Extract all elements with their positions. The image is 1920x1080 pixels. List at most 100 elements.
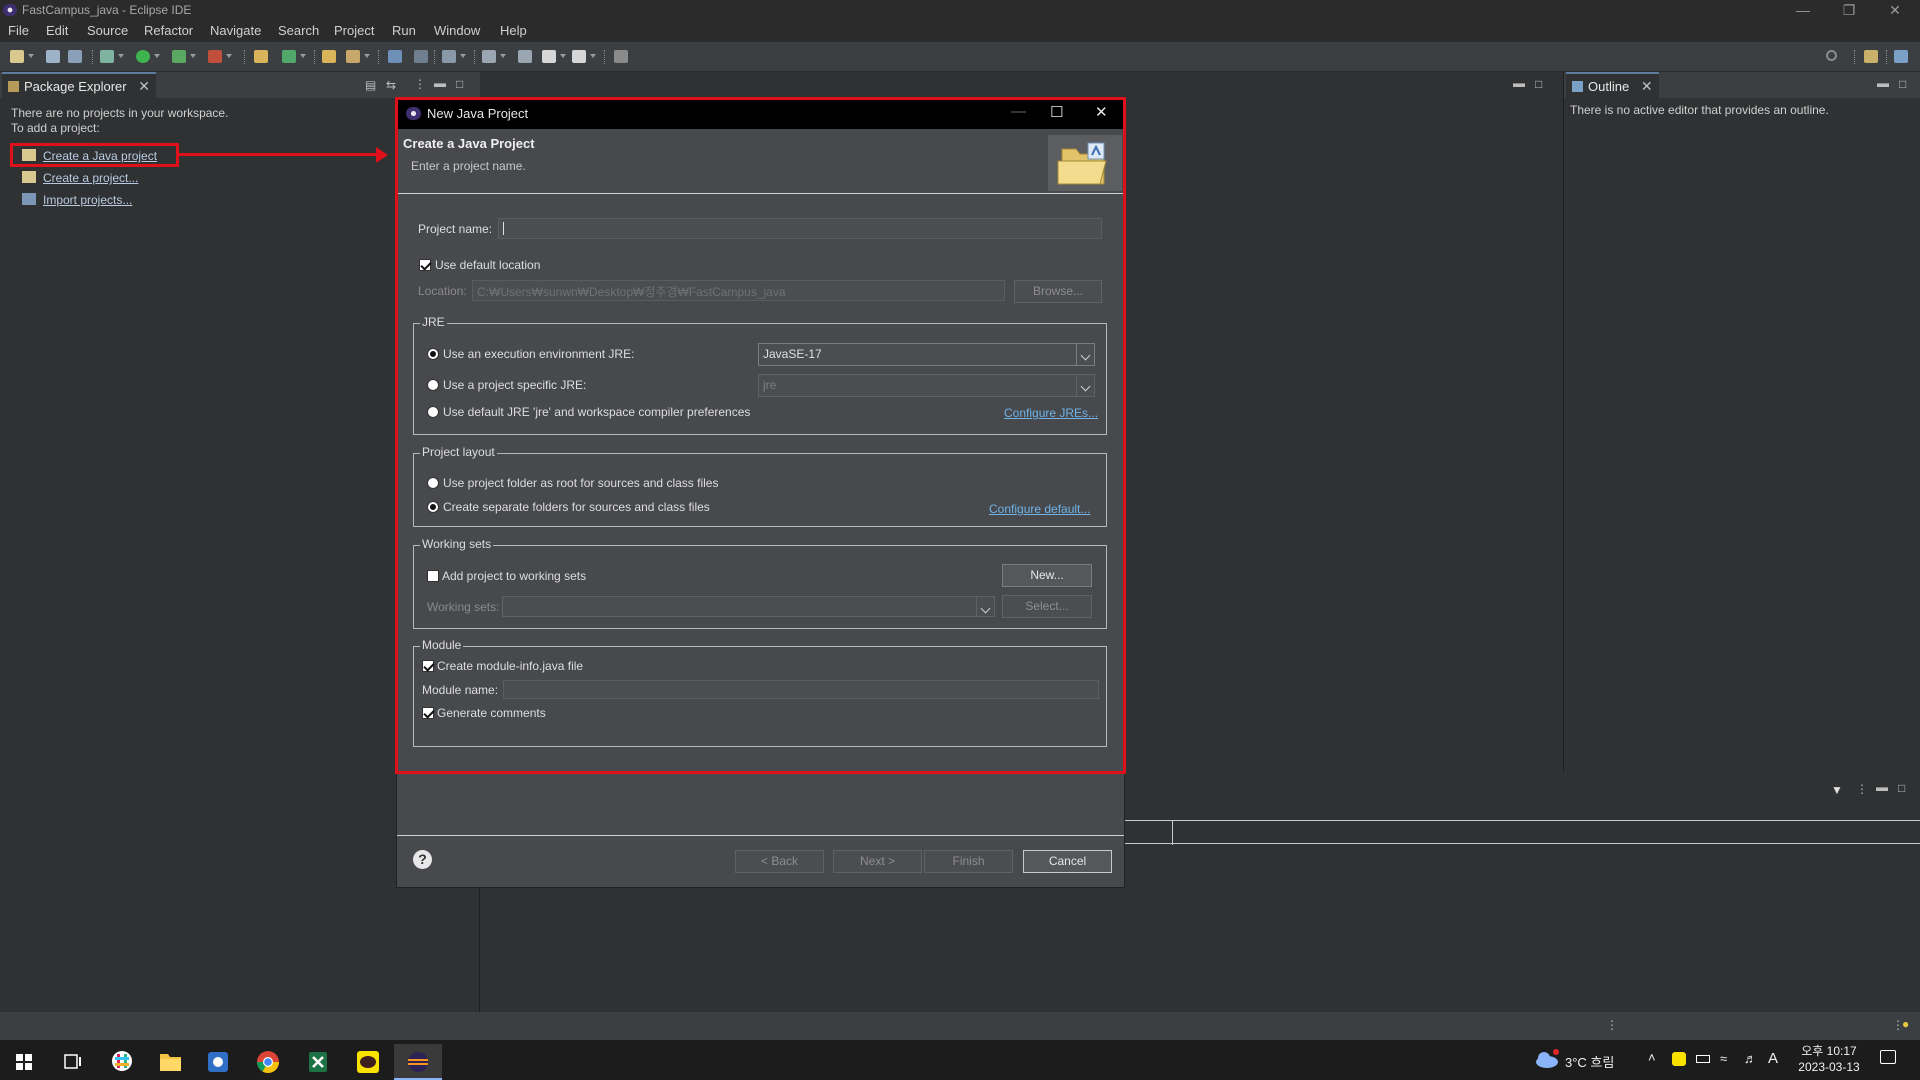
open-type-icon[interactable] [322,50,336,63]
maximize-view-icon[interactable]: □ [1898,781,1905,795]
new-working-set-button[interactable]: New... [1002,564,1092,587]
debug-dropdown-icon[interactable] [118,54,124,58]
filter-icon[interactable]: ▼ [1831,783,1843,797]
show-whitespace-icon[interactable] [442,50,456,63]
configure-jres-link[interactable]: Configure JREs... [1004,406,1098,420]
run-dropdown-icon[interactable] [154,54,160,58]
dialog-maximize-button[interactable]: ☐ [1050,103,1063,121]
location-input[interactable]: C:₩Users₩sunwn₩Desktop₩정주경₩FastCampus_ja… [472,280,1005,301]
configure-default-link[interactable]: Configure default... [989,502,1090,516]
save-all-icon[interactable] [68,50,82,63]
java-perspective-icon[interactable] [1894,50,1908,63]
project-name-input[interactable] [498,218,1102,239]
coverage-icon[interactable] [172,50,186,63]
execution-env-select[interactable]: JavaSE-17 [758,343,1095,366]
volume-icon[interactable]: ♬ [1744,1051,1757,1066]
module-name-input[interactable] [503,680,1099,699]
back-arrow-icon[interactable] [542,50,556,63]
finish-button[interactable]: Finish [924,850,1013,873]
create-module-info-checkbox[interactable] [422,660,434,672]
view-menu-icon[interactable]: ⋮ [414,77,426,91]
project-folder-root-radio[interactable] [427,477,439,489]
menu-window[interactable]: Window [434,23,480,38]
minimize-view-icon[interactable]: ▬ [434,76,446,90]
minimize-editor-icon[interactable]: ▬ [1513,76,1525,90]
menu-help[interactable]: Help [500,23,527,38]
generate-comments-checkbox[interactable] [422,707,434,719]
separate-folders-radio[interactable] [427,501,439,513]
close-icon[interactable]: ✕ [138,78,150,94]
minimize-view-icon[interactable]: ▬ [1877,76,1889,90]
menu-run[interactable]: Run [392,23,416,38]
close-icon[interactable]: ✕ [1641,78,1653,94]
maximize-view-icon[interactable]: □ [456,77,463,91]
coverage-dropdown-icon[interactable] [190,54,196,58]
tray-kakaotalk-icon[interactable] [1672,1052,1686,1066]
execution-env-jre-radio[interactable] [427,348,439,360]
restore-window-button[interactable]: ❐ [1826,0,1872,20]
task-view-button[interactable] [48,1044,96,1080]
view-menu-icon[interactable]: ⋮ [1856,782,1868,796]
menu-search[interactable]: Search [278,23,319,38]
dialog-close-button[interactable]: ✕ [1095,103,1108,121]
next-annotation-icon[interactable] [482,50,496,63]
taskbar-slack[interactable] [98,1044,146,1080]
select-working-sets-button[interactable]: Select... [1002,595,1092,618]
browse-button[interactable]: Browse... [1014,280,1102,303]
tip-bulb-icon[interactable]: ● [1902,1017,1909,1031]
new-dropdown-icon[interactable] [28,54,34,58]
taskbar-eclipse[interactable] [394,1044,442,1080]
create-project-link[interactable]: Create a project... [43,171,138,185]
input-method-indicator[interactable]: A [1768,1050,1778,1067]
cancel-button[interactable]: Cancel [1023,850,1112,873]
save-icon[interactable] [46,50,60,63]
weather-text[interactable]: 3°C 흐림 [1565,1052,1614,1071]
mark-occurrences-icon[interactable] [414,50,428,63]
forward-dropdown-icon[interactable] [590,54,596,58]
taskbar-excel[interactable] [294,1044,342,1080]
maximize-editor-icon[interactable]: □ [1535,77,1542,91]
forward-arrow-icon[interactable] [572,50,586,63]
last-edit-location-icon[interactable] [518,50,532,63]
tab-outline[interactable]: Outline ✕ [1566,72,1659,98]
annotation-dropdown-icon[interactable] [460,54,466,58]
minimize-window-button[interactable]: — [1780,0,1826,20]
battery-icon[interactable] [1696,1055,1710,1063]
dialog-minimize-button[interactable]: — [1011,103,1026,120]
add-to-working-sets-checkbox[interactable] [427,570,439,582]
new-java-class-icon[interactable] [282,50,296,63]
pin-editor-icon[interactable] [614,50,628,63]
default-jre-radio[interactable] [427,406,439,418]
search-dropdown-icon[interactable] [364,54,370,58]
taskbar-app-blue[interactable] [194,1044,242,1080]
tab-package-explorer[interactable]: Package Explorer ✕ [2,72,156,98]
link-with-editor-icon[interactable]: ⇆ [386,78,396,92]
back-dropdown-icon[interactable] [560,54,566,58]
open-perspective-icon[interactable] [1864,50,1878,63]
back-button[interactable]: < Back [735,850,824,873]
menu-file[interactable]: File [8,23,29,38]
menu-navigate[interactable]: Navigate [210,23,261,38]
new-class-dropdown-icon[interactable] [300,54,306,58]
menu-source[interactable]: Source [87,23,128,38]
menu-refactor[interactable]: Refactor [144,23,193,38]
wifi-icon[interactable]: ≈ [1720,1051,1727,1066]
taskbar-file-explorer[interactable] [146,1044,194,1080]
maximize-view-icon[interactable]: □ [1899,77,1906,91]
run-icon[interactable] [136,50,150,63]
taskbar-kakaotalk[interactable] [344,1044,392,1080]
next-button[interactable]: Next > [833,850,922,873]
menu-edit[interactable]: Edit [46,23,68,38]
minimize-view-icon[interactable]: ▬ [1876,780,1888,794]
external-tools-icon[interactable] [208,50,222,63]
new-java-package-icon[interactable] [254,50,268,63]
notification-center-icon[interactable] [1880,1050,1896,1064]
taskbar-chrome[interactable] [244,1044,292,1080]
close-window-button[interactable]: ✕ [1872,0,1918,20]
search-icon[interactable] [1826,50,1837,61]
working-sets-select[interactable] [502,596,995,617]
new-wizard-icon[interactable] [10,50,24,63]
menu-project[interactable]: Project [334,23,374,38]
import-projects-link[interactable]: Import projects... [43,193,132,207]
external-tools-dropdown-icon[interactable] [226,54,232,58]
